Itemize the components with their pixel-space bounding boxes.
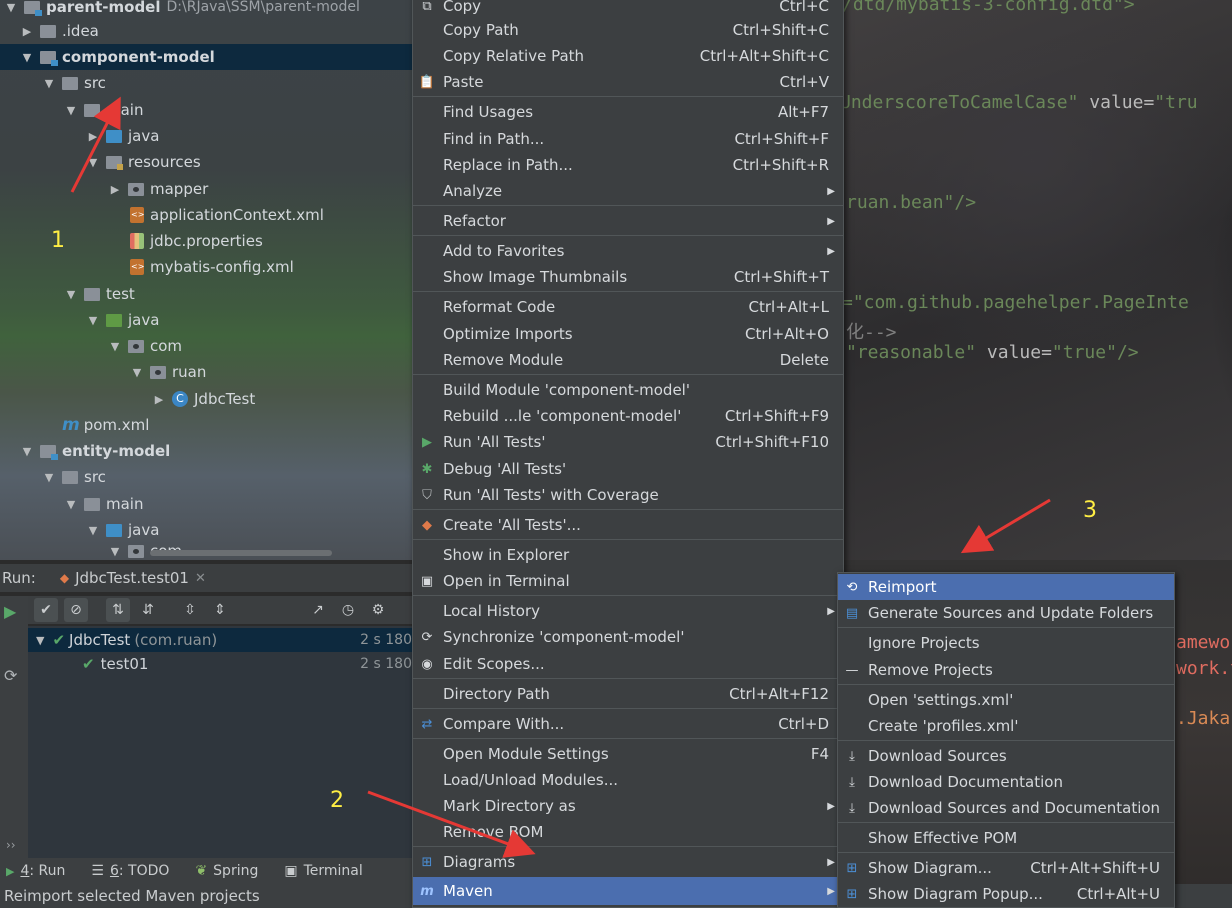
annotation-number-1: 1 xyxy=(51,228,65,253)
annotation-arrows xyxy=(70,96,1051,858)
annotation-arrow-3 xyxy=(960,498,1051,554)
annotation-arrow-2 xyxy=(367,790,536,858)
annotation-number-2: 2 xyxy=(330,788,344,813)
annotation-arrow-1 xyxy=(70,96,121,193)
annotation-number-3: 3 xyxy=(1083,498,1097,523)
